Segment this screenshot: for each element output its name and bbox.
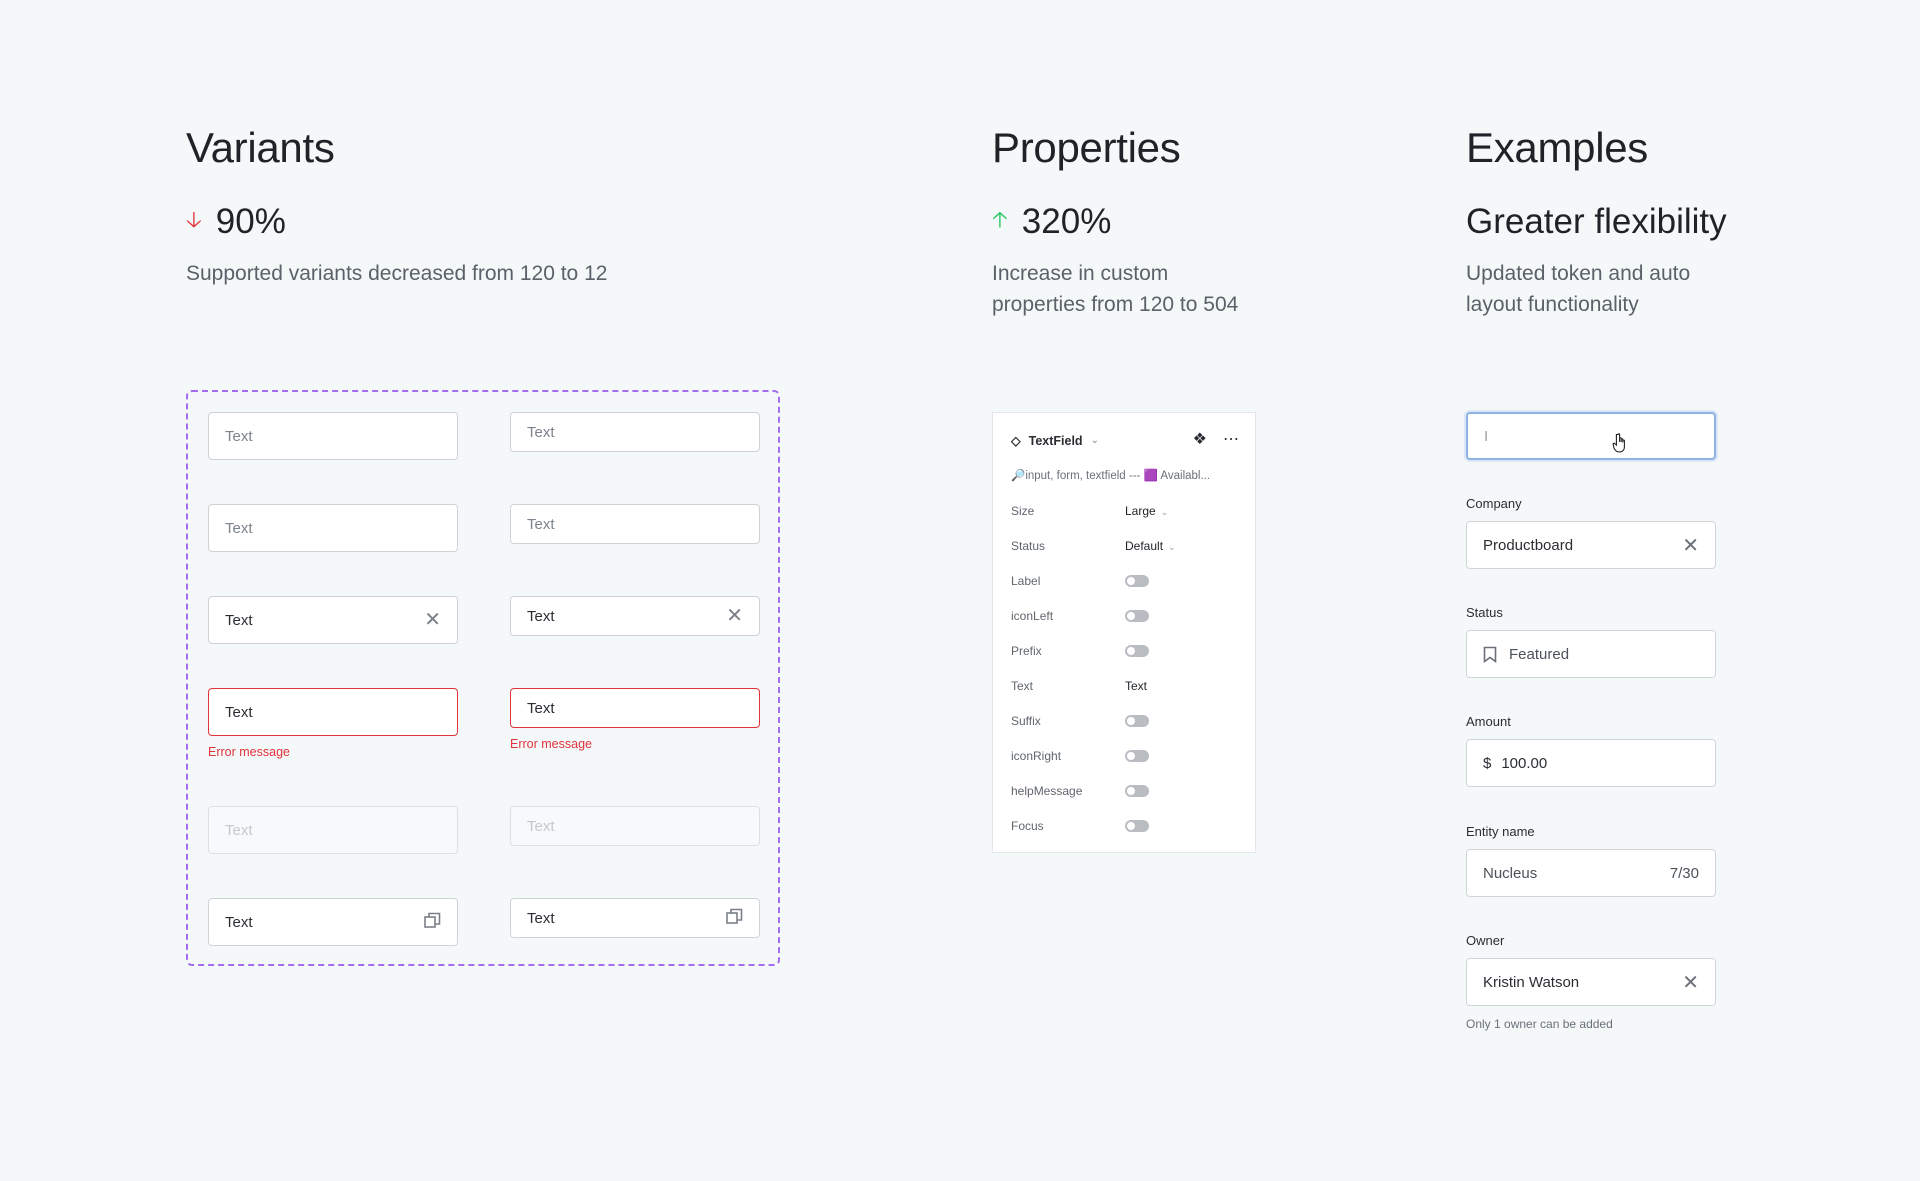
prop-focus[interactable]: Focus bbox=[1011, 816, 1241, 836]
status-field[interactable]: Featured bbox=[1466, 630, 1716, 678]
examples-heading: Examples bbox=[1466, 124, 1649, 171]
variants-description: Supported variants decreased from 120 to… bbox=[186, 262, 608, 285]
close-icon[interactable]: ✕ bbox=[726, 606, 743, 626]
character-counter: 7/30 bbox=[1669, 864, 1699, 882]
variants-heading: Variants bbox=[186, 124, 335, 171]
chevron-down-icon[interactable]: ⌄ bbox=[1091, 435, 1099, 446]
textfield-small-filled[interactable]: Text ✕ bbox=[510, 596, 760, 636]
textfield-small-disabled: Text bbox=[510, 806, 760, 846]
entity-field[interactable]: Nucleus 7/30 bbox=[1466, 849, 1716, 897]
chevron-down-icon: ⌄ bbox=[1160, 507, 1169, 517]
prop-label[interactable]: Label bbox=[1011, 571, 1241, 591]
down-arrow-icon: 🡣 bbox=[186, 207, 202, 232]
hand-cursor-icon bbox=[1612, 432, 1630, 458]
error-message-small: Error message bbox=[510, 737, 592, 751]
variants-stat-value: 90% bbox=[215, 202, 286, 241]
toggle-switch[interactable] bbox=[1125, 750, 1149, 762]
bookmark-icon bbox=[1483, 646, 1497, 663]
toggle-switch[interactable] bbox=[1125, 820, 1149, 832]
textfield-large-filled[interactable]: Text ✕ bbox=[208, 596, 458, 644]
entity-label: Entity name bbox=[1466, 824, 1535, 839]
variants-frame bbox=[186, 390, 780, 966]
textfield-small-placeholder[interactable]: Text bbox=[510, 412, 760, 452]
prop-text[interactable]: Text Text bbox=[1011, 676, 1241, 696]
prop-iconleft[interactable]: iconLeft bbox=[1011, 606, 1241, 626]
textfield-large-disabled: Text bbox=[208, 806, 458, 854]
currency-prefix: $ bbox=[1483, 754, 1492, 772]
amount-field[interactable]: $ 100.00 bbox=[1466, 739, 1716, 787]
toggle-switch[interactable] bbox=[1125, 785, 1149, 797]
prop-prefix[interactable]: Prefix bbox=[1011, 641, 1241, 661]
company-label: Company bbox=[1466, 496, 1522, 511]
error-message-large: Error message bbox=[208, 745, 290, 759]
textfield-large-error[interactable]: Text bbox=[208, 688, 458, 736]
textfield-small-hover[interactable]: Text bbox=[510, 504, 760, 544]
examples-description: Updated token and auto layout functional… bbox=[1466, 258, 1690, 320]
prop-iconright[interactable]: iconRight bbox=[1011, 746, 1241, 766]
properties-panel: ◇ TextField ⌄ ❖ ⋯ 🔎input, form, textfiel… bbox=[992, 412, 1256, 853]
textfield-large-hover[interactable]: Text bbox=[208, 504, 458, 552]
panel-title[interactable]: ◇ TextField ⌄ bbox=[1011, 433, 1099, 449]
properties-stat-value: 320% bbox=[1021, 202, 1112, 241]
focused-input[interactable]: I bbox=[1466, 412, 1716, 460]
properties-heading: Properties bbox=[992, 124, 1181, 171]
prop-size[interactable]: Size Large ⌄ bbox=[1011, 501, 1241, 521]
close-icon[interactable]: ✕ bbox=[1682, 970, 1699, 995]
properties-description-line1: Increase in custom bbox=[992, 262, 1169, 285]
properties-stat: 🡡 320% bbox=[992, 202, 1111, 242]
toggle-switch[interactable] bbox=[1125, 645, 1149, 657]
owner-help-message: Only 1 owner can be added bbox=[1466, 1017, 1613, 1031]
prop-status[interactable]: Status Default ⌄ bbox=[1011, 536, 1241, 556]
examples-subtitle: Greater flexibility bbox=[1466, 202, 1727, 241]
toggle-switch[interactable] bbox=[1125, 610, 1149, 622]
up-arrow-icon: 🡡 bbox=[992, 207, 1008, 232]
examples-description-line2: layout functionality bbox=[1466, 293, 1639, 316]
textfield-large-copy[interactable]: Text bbox=[208, 898, 458, 946]
prop-helpmessage[interactable]: helpMessage bbox=[1011, 781, 1241, 801]
textfield-large-placeholder[interactable]: Text bbox=[208, 412, 458, 460]
examples-description-line1: Updated token and auto bbox=[1466, 262, 1691, 285]
toggle-switch[interactable] bbox=[1125, 575, 1149, 587]
move-icon[interactable]: ❖ bbox=[1193, 429, 1207, 449]
variants-stat: 🡣 90% bbox=[186, 202, 286, 242]
toggle-switch[interactable] bbox=[1125, 715, 1149, 727]
prop-suffix[interactable]: Suffix bbox=[1011, 711, 1241, 731]
close-icon[interactable]: ✕ bbox=[424, 610, 441, 630]
chevron-down-icon: ⌄ bbox=[1168, 542, 1176, 552]
component-diamond-icon: ◇ bbox=[1011, 434, 1021, 448]
amount-label: Amount bbox=[1466, 714, 1511, 729]
panel-tools: ❖ ⋯ bbox=[1193, 429, 1239, 449]
company-field[interactable]: Productboard ✕ bbox=[1466, 521, 1716, 569]
properties-description: Increase in custom properties from 120 t… bbox=[992, 258, 1238, 320]
component-tags: 🔎input, form, textfield --- 🟪 Availabl..… bbox=[1011, 470, 1211, 482]
properties-description-line2: properties from 120 to 504 bbox=[992, 293, 1239, 316]
owner-field[interactable]: Kristin Watson ✕ bbox=[1466, 958, 1716, 1006]
more-icon[interactable]: ⋯ bbox=[1223, 429, 1239, 449]
component-name: TextField bbox=[1028, 433, 1083, 448]
owner-label: Owner bbox=[1466, 933, 1505, 948]
copy-icon[interactable] bbox=[424, 912, 441, 933]
copy-icon[interactable] bbox=[726, 908, 743, 929]
status-label: Status bbox=[1466, 605, 1503, 620]
textfield-small-copy[interactable]: Text bbox=[510, 898, 760, 938]
close-icon[interactable]: ✕ bbox=[1682, 533, 1699, 558]
textfield-small-error[interactable]: Text bbox=[510, 688, 760, 728]
